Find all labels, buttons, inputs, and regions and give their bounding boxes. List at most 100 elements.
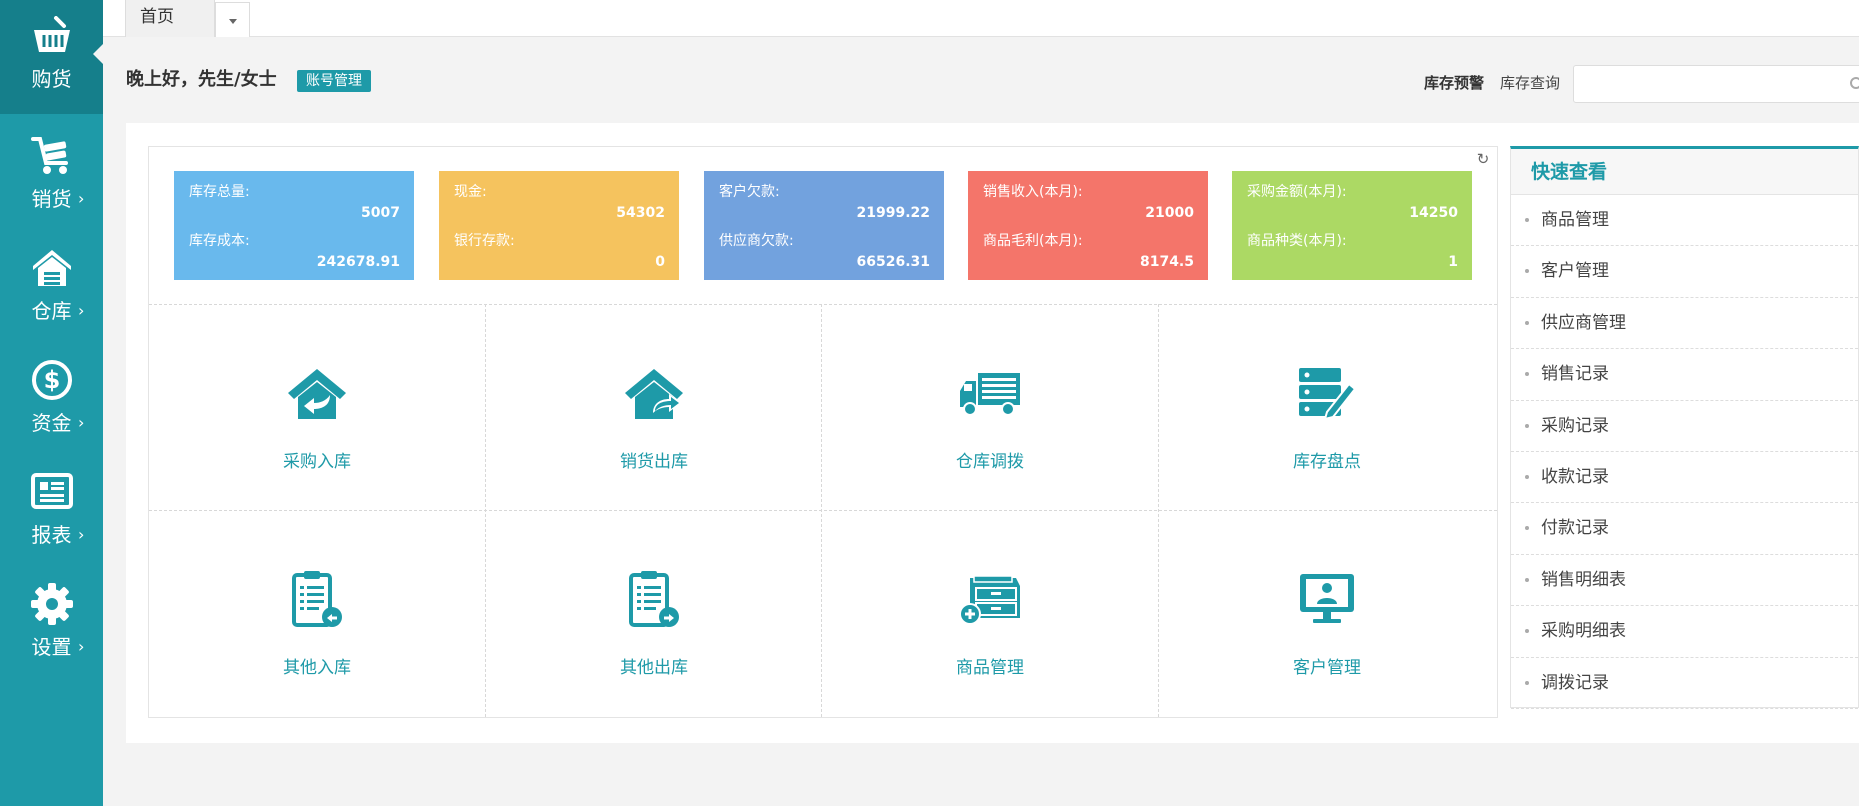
tile-label: 仓库调拨 [956, 452, 1024, 472]
tile-customer-management[interactable]: 客户管理 [1159, 511, 1495, 716]
quick-link-transfer-records[interactable]: 调拨记录 [1511, 658, 1858, 709]
tile-other-in[interactable]: 其他入库 [149, 511, 485, 716]
stat-value: 21999.22 [856, 205, 930, 221]
stat-label: 商品毛利(本月): [983, 233, 1083, 249]
tile-other-out[interactable]: 其他出库 [486, 511, 822, 716]
stat-card-sales: 销售收入(本月): 21000 商品毛利(本月): 8174.5 [968, 171, 1208, 280]
tile-label: 其他入库 [283, 658, 351, 678]
quick-link-label: 商品管理 [1541, 210, 1609, 230]
bullet-icon [1525, 680, 1529, 685]
quick-view-panel: 快速查看 商品管理 客户管理 供应商管理 销售记录 采购记录 收款记录 付款记录… [1510, 146, 1859, 709]
sidebar-item-label: 销货 [31, 187, 72, 211]
house-out-icon [486, 363, 822, 423]
bullet-icon [1525, 526, 1529, 531]
quick-link-label: 客户管理 [1541, 261, 1609, 282]
bullet-icon [1525, 474, 1529, 479]
tile-product-management[interactable]: 商品管理 [822, 511, 1158, 716]
chevron-right-icon: › [78, 413, 85, 432]
quick-link-receipt-records[interactable]: 收款记录 [1511, 452, 1858, 504]
chevron-right-icon: › [78, 189, 85, 208]
tile-label: 采购入库 [283, 452, 351, 472]
cart-icon [0, 134, 103, 178]
stat-value: 1 [1448, 254, 1458, 270]
tile-sales-out[interactable]: 销货出库 [486, 305, 822, 510]
stat-value: 66526.31 [856, 254, 930, 270]
greeting-text: 晚上好，先生/女士 [126, 69, 277, 90]
refresh-icon[interactable]: ↻ [1474, 150, 1492, 168]
stat-card-debts: 客户欠款: 21999.22 供应商欠款: 66526.31 [704, 171, 944, 280]
stat-label: 供应商欠款: [719, 233, 794, 249]
quick-link-purchase-detail[interactable]: 采购明细表 [1511, 606, 1858, 658]
bullet-icon [1525, 218, 1529, 222]
chevron-right-icon: › [78, 525, 85, 544]
caret-down-icon [228, 19, 237, 24]
sidebar-item-settings[interactable]: 设置 › [0, 568, 103, 682]
search-icon[interactable] [1850, 77, 1859, 89]
quick-link-label: 付款记录 [1541, 518, 1609, 539]
quick-view-list: 商品管理 客户管理 供应商管理 销售记录 采购记录 收款记录 付款记录 销售明细… [1511, 195, 1858, 709]
quick-link-sales-detail[interactable]: 销售明细表 [1511, 555, 1858, 607]
stat-label: 采购金额(本月): [1247, 184, 1347, 200]
bullet-icon [1525, 269, 1529, 274]
quick-link-products[interactable]: 商品管理 [1511, 195, 1858, 247]
stat-value: 21000 [1145, 205, 1194, 221]
tile-label: 商品管理 [956, 658, 1024, 678]
stock-warning-link[interactable]: 库存预警 [1424, 73, 1484, 93]
sidebar-item-label: 购货 [31, 67, 72, 91]
sidebar-item-sales[interactable]: 销货 › [0, 120, 103, 234]
stat-value: 8174.5 [1139, 254, 1194, 270]
quick-link-suppliers[interactable]: 供应商管理 [1511, 298, 1858, 350]
clipboard-out-icon [486, 569, 822, 629]
sidebar-item-warehouse[interactable]: 仓库 › [0, 232, 103, 346]
quick-link-label: 收款记录 [1541, 466, 1609, 487]
bullet-icon [1525, 372, 1529, 377]
server-edit-icon [1159, 363, 1495, 423]
active-pointer [93, 44, 103, 64]
quick-link-customers[interactable]: 客户管理 [1511, 246, 1858, 298]
bullet-icon [1525, 320, 1529, 325]
stat-label: 客户欠款: [719, 184, 780, 200]
quick-link-label: 采购明细表 [1541, 621, 1626, 642]
stat-card-inventory: 库存总量: 5007 库存成本: 242678.91 [174, 171, 414, 280]
sidebar-item-finance[interactable]: $ 资金 › [0, 344, 103, 458]
clipboard-in-icon [149, 569, 485, 629]
chevron-right-icon: › [78, 637, 85, 656]
stat-label: 库存总量: [189, 184, 250, 200]
stat-label: 现金: [454, 184, 487, 200]
tile-label: 库存盘点 [1293, 452, 1361, 472]
stat-value: 14250 [1409, 205, 1458, 221]
account-management-button[interactable]: 账号管理 [297, 70, 371, 92]
quick-link-label: 供应商管理 [1541, 312, 1626, 333]
gear-icon [0, 582, 103, 626]
stock-query-input[interactable] [1573, 65, 1859, 103]
tab-home[interactable]: 首页 [125, 0, 215, 37]
quick-link-label: 销售记录 [1541, 364, 1609, 385]
quick-link-sales-records[interactable]: 销售记录 [1511, 349, 1858, 401]
tile-purchase-in[interactable]: 采购入库 [149, 305, 485, 510]
sidebar-item-purchase[interactable]: 购货 [0, 0, 103, 114]
warehouse-icon [0, 246, 103, 290]
stat-value: 5007 [361, 205, 400, 221]
svg-text:$: $ [43, 366, 60, 394]
stat-label: 销售收入(本月): [983, 184, 1083, 200]
chevron-right-icon: › [78, 301, 85, 320]
stat-value: 242678.91 [316, 254, 400, 270]
tile-warehouse-transfer[interactable]: 仓库调拨 [822, 305, 1158, 510]
stat-card-purchases: 采购金额(本月): 14250 商品种类(本月): 1 [1232, 171, 1472, 280]
bullet-icon [1525, 423, 1529, 428]
basket-icon [0, 14, 103, 58]
tile-label: 其他出库 [620, 658, 688, 678]
tile-label: 客户管理 [1293, 658, 1361, 678]
tile-stock-take[interactable]: 库存盘点 [1159, 305, 1495, 510]
quick-link-label: 销售明细表 [1541, 569, 1626, 590]
quick-link-payment-records[interactable]: 付款记录 [1511, 503, 1858, 555]
sidebar-item-label: 报表 [31, 523, 72, 547]
sidebar: 购货 销货 › 仓库 › $ 资金 › 报表 › 设置 › [0, 0, 103, 806]
quick-view-title: 快速查看 [1511, 149, 1858, 195]
dollar-icon: $ [0, 358, 103, 402]
report-icon [0, 470, 103, 514]
quick-link-purchase-records[interactable]: 采购记录 [1511, 401, 1858, 452]
tab-dropdown-button[interactable] [215, 2, 250, 37]
sidebar-item-reports[interactable]: 报表 › [0, 456, 103, 570]
tab-bar: 首页 [103, 0, 1859, 37]
